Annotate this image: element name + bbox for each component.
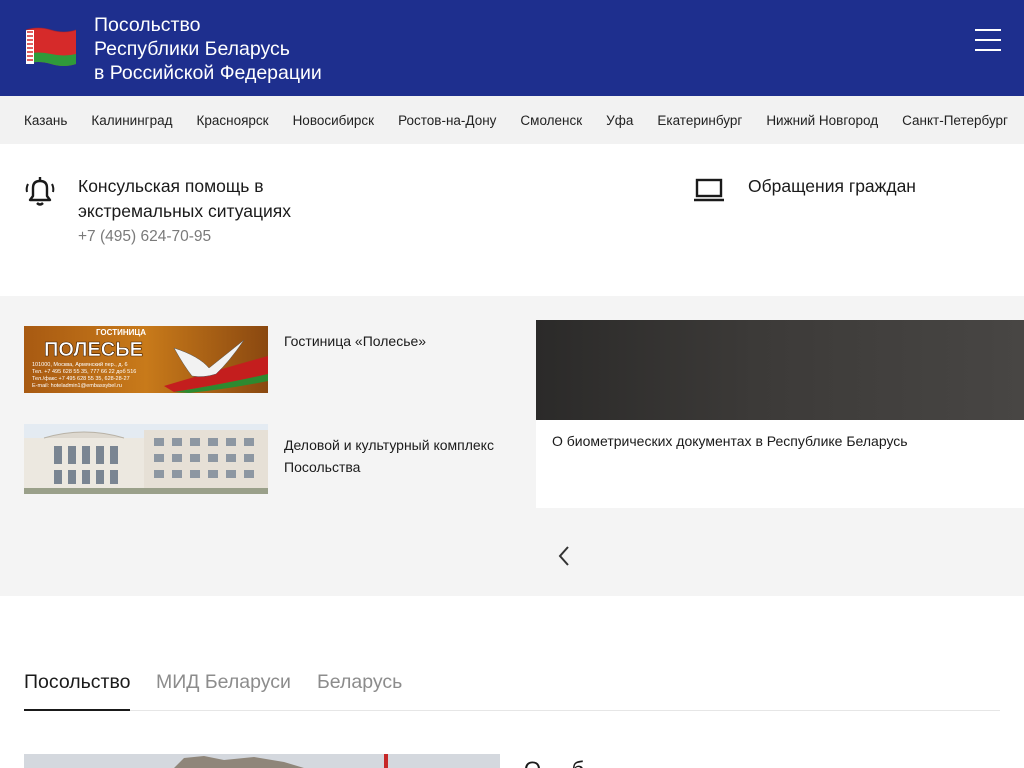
city-link-novosibirsk[interactable]: Новосибирск: [293, 113, 375, 128]
city-link-kazan[interactable]: Казань: [24, 113, 67, 128]
biometric-documents-card[interactable]: О биометрических документах в Республике…: [536, 320, 1024, 508]
promo-link-hotel-polesie[interactable]: Гостиница «Полесье»: [284, 330, 426, 352]
tab-belarus[interactable]: Беларусь: [317, 666, 402, 698]
chevron-left-icon[interactable]: [553, 544, 575, 568]
business-complex-photo[interactable]: [24, 424, 268, 494]
alarm-bell-icon: [25, 177, 55, 206]
hamburger-menu-icon[interactable]: [974, 28, 1002, 52]
city-link-nizhny-novgorod[interactable]: Нижний Новгород: [766, 113, 878, 128]
site-title[interactable]: Посольство Республики Беларусь в Российс…: [94, 13, 322, 85]
site-title-line-1: Посольство: [94, 14, 201, 36]
hotel-banner-address: 101000, Москва, Армянский пер., д. 6: [32, 361, 128, 368]
belarus-flag-icon[interactable]: [24, 26, 78, 68]
content-tabs: Посольство МИД Беларуси Беларусь: [24, 666, 1000, 711]
hotel-polesie-banner[interactable]: ГОСТИНИЦА ПОЛЕСЬЕ 101000, Москва, Армянс…: [24, 326, 268, 393]
hotel-banner-fax: Тел./факс +7 495 628 55 35, 628-28-27: [32, 376, 130, 382]
city-link-rostov[interactable]: Ростов-на-Дону: [398, 113, 496, 128]
card-title: О биометрических документах в Республике…: [552, 433, 908, 449]
cities-nav: Казань Калининград Красноярск Новосибирс…: [0, 96, 1024, 144]
laptop-icon: [694, 178, 724, 202]
news-title[interactable]: О ... б: [524, 757, 584, 768]
site-title-line-2: Республики Беларусь: [94, 38, 290, 60]
city-link-smolensk[interactable]: Смоленск: [520, 113, 582, 128]
hotel-banner-email: E-mail: hoteladmin1@embassybel.ru: [32, 383, 122, 389]
card-image: [536, 320, 1024, 420]
tab-mfa-belarus[interactable]: МИД Беларуси: [156, 666, 291, 698]
city-link-ufa[interactable]: Уфа: [606, 113, 633, 128]
promo-link-business-complex[interactable]: Деловой и культурный комплекс Посольства: [284, 434, 514, 478]
city-link-krasnoyarsk[interactable]: Красноярск: [196, 113, 268, 128]
tab-embassy[interactable]: Посольство: [24, 666, 131, 711]
site-title-line-3: в Российской Федерации: [94, 62, 322, 84]
news-image[interactable]: [24, 754, 500, 768]
consular-help-title[interactable]: Консульская помощь в экстремальных ситуа…: [78, 174, 338, 224]
consular-help-phone[interactable]: +7 (495) 624-70-95: [78, 228, 211, 246]
city-link-kaliningrad[interactable]: Калининград: [91, 113, 172, 128]
citizen-appeals-link[interactable]: Обращения граждан: [748, 176, 916, 197]
city-link-saint-petersburg[interactable]: Санкт-Петербург: [902, 113, 1008, 128]
site-header: Посольство Республики Беларусь в Российс…: [0, 0, 1024, 96]
hotel-banner-name: ПОЛЕСЬЕ: [44, 339, 143, 361]
hotel-banner-heading: ГОСТИНИЦА: [96, 328, 146, 337]
hotel-banner-phone: Тел. +7 495 628 55 35, 777 66 22 доб 516: [32, 369, 136, 375]
city-link-ekaterinburg[interactable]: Екатеринбург: [657, 113, 742, 128]
